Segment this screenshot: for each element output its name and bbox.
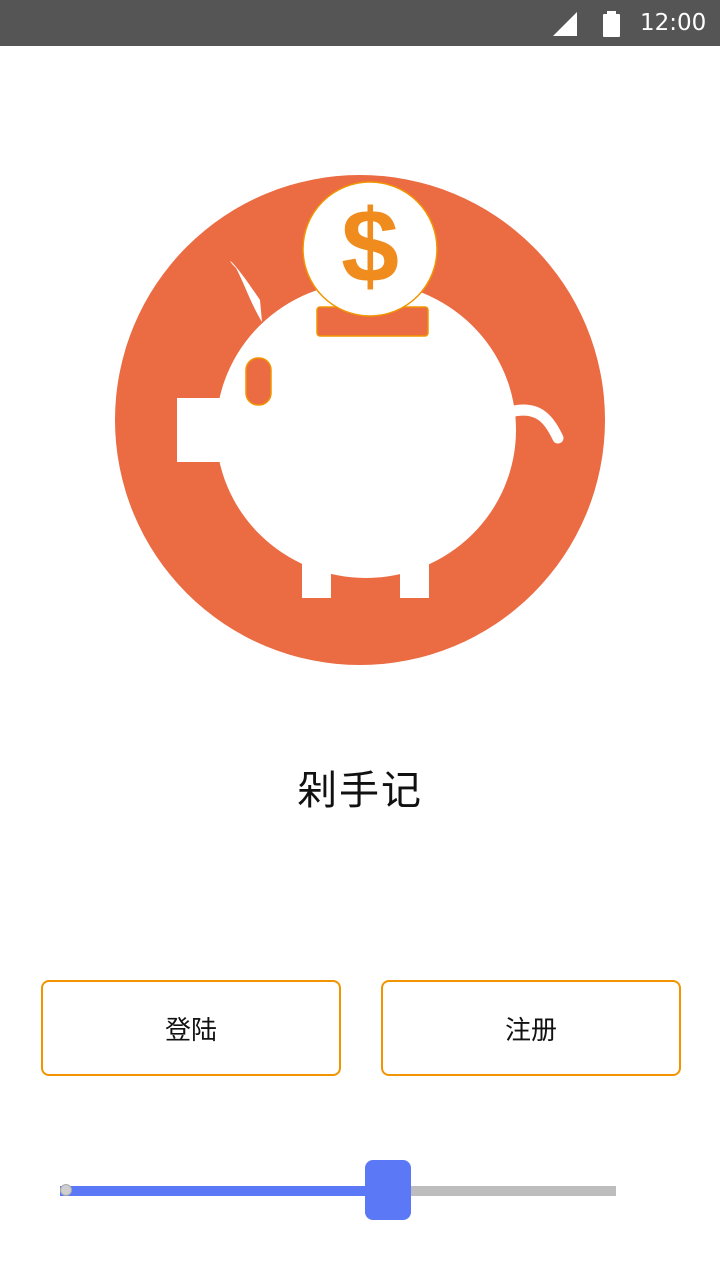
slider-thumb[interactable] <box>365 1160 412 1220</box>
signal-icon <box>553 12 577 36</box>
register-button[interactable]: 注册 <box>381 980 681 1076</box>
status-bar: 12:00 <box>0 0 720 46</box>
status-time: 12:00 <box>640 10 707 36</box>
login-button[interactable]: 登陆 <box>41 980 341 1076</box>
slider-fill <box>60 1186 389 1196</box>
slider-start-dot <box>60 1184 72 1196</box>
coin-dollar-symbol: $ <box>341 189 399 305</box>
slider[interactable] <box>60 1160 616 1220</box>
piggy-bank-logo: $ <box>115 175 605 665</box>
battery-icon <box>603 11 620 37</box>
coin-icon: $ <box>302 181 438 317</box>
app-title: 剁手记 <box>297 768 423 814</box>
